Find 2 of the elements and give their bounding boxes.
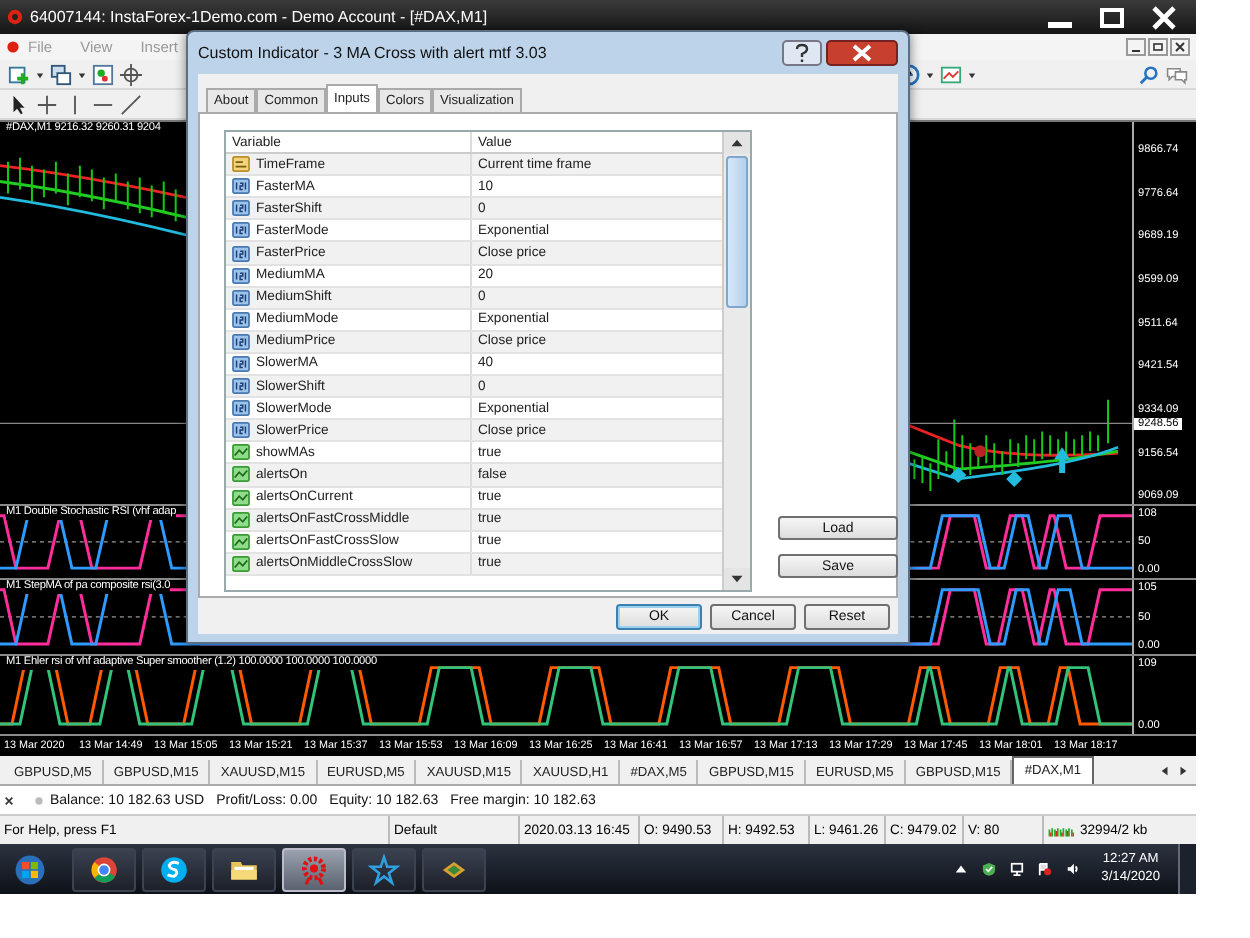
dialog-title: Custom Indicator - 3 MA Cross with alert mtf 3.03 bbox=[198, 44, 547, 62]
window-title: 64007144: InstaForex-1Demo.com - Demo Account - [#DAX,M1] bbox=[30, 8, 488, 26]
